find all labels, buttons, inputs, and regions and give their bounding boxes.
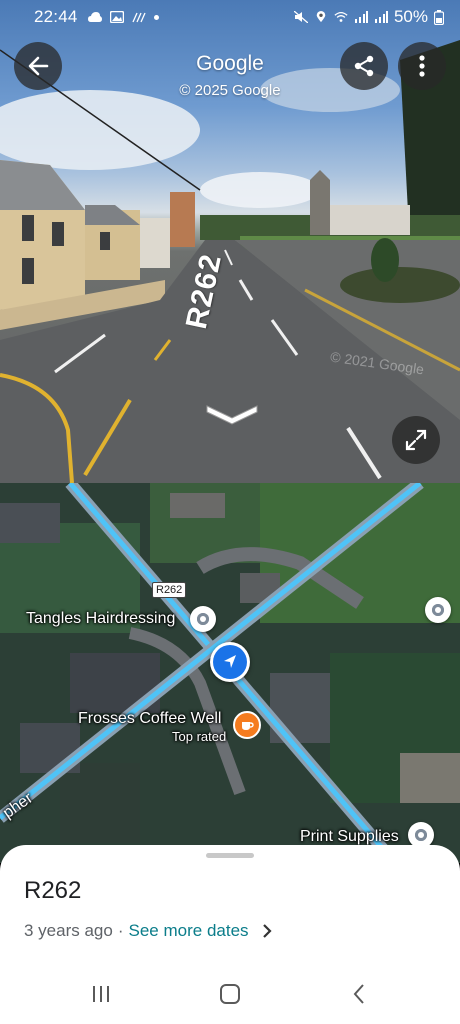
cloud-icon [87, 12, 102, 22]
poi-pin-icon[interactable] [425, 597, 451, 623]
dot-icon [153, 14, 159, 20]
current-location-marker[interactable] [210, 642, 250, 682]
system-nav-bar [0, 970, 460, 1024]
signal-icon [354, 11, 368, 23]
coffee-cup-icon [242, 722, 254, 730]
back-icon[interactable] [352, 983, 366, 1005]
battery-percent: 50% [393, 7, 428, 26]
sheet-drag-handle[interactable] [206, 853, 254, 858]
imagery-age: 3 years ago [24, 921, 113, 940]
poi-label-tangles[interactable]: Tangles Hairdressing [26, 610, 175, 628]
chevron-down-icon[interactable] [204, 400, 260, 426]
expand-button[interactable] [392, 416, 440, 464]
more-options-button[interactable] [398, 42, 446, 90]
expand-icon [405, 429, 427, 451]
street-view-title: Google [196, 52, 264, 75]
home-icon[interactable] [220, 984, 240, 1004]
poi-badge-top-rated: Top rated [172, 729, 227, 744]
poi-label-frosses-coffee[interactable]: Frosses Coffee Well [78, 710, 221, 728]
sheet-title: R262 [24, 877, 82, 904]
share-button[interactable] [340, 42, 388, 90]
cafe-pin[interactable] [233, 711, 261, 739]
status-bar: 22:44 50% [0, 0, 460, 34]
recents-icon[interactable] [90, 984, 112, 1004]
wifi-icon [334, 11, 348, 22]
back-button[interactable] [14, 42, 62, 90]
navigation-arrow-icon [224, 655, 236, 668]
more-vert-icon [419, 55, 425, 77]
see-more-dates-link[interactable]: See more dates [129, 921, 249, 941]
signal-icon [374, 11, 388, 23]
road-shield: R262 [152, 582, 187, 598]
street-view-copyright: © 2025 Google [179, 82, 281, 99]
back-arrow-icon [28, 56, 49, 76]
street-view-panorama[interactable]: 22:44 50% Google © 2025 Google R262 © 20… [0, 0, 460, 483]
location-icon [316, 11, 326, 23]
battery-icon [434, 9, 444, 25]
chevron-right-icon[interactable] [261, 924, 273, 938]
status-time: 22:44 [34, 7, 78, 26]
sheet-meta: 3 years ago · See more dates [24, 921, 273, 941]
meta-separator: · [117, 921, 124, 940]
image-icon [109, 11, 124, 23]
mute-icon [293, 11, 308, 23]
signal-pattern-icon [131, 12, 146, 23]
poi-label-print-supplies[interactable]: Print Supplies [300, 828, 399, 846]
poi-pin-icon[interactable] [190, 606, 216, 632]
share-icon [354, 55, 374, 77]
